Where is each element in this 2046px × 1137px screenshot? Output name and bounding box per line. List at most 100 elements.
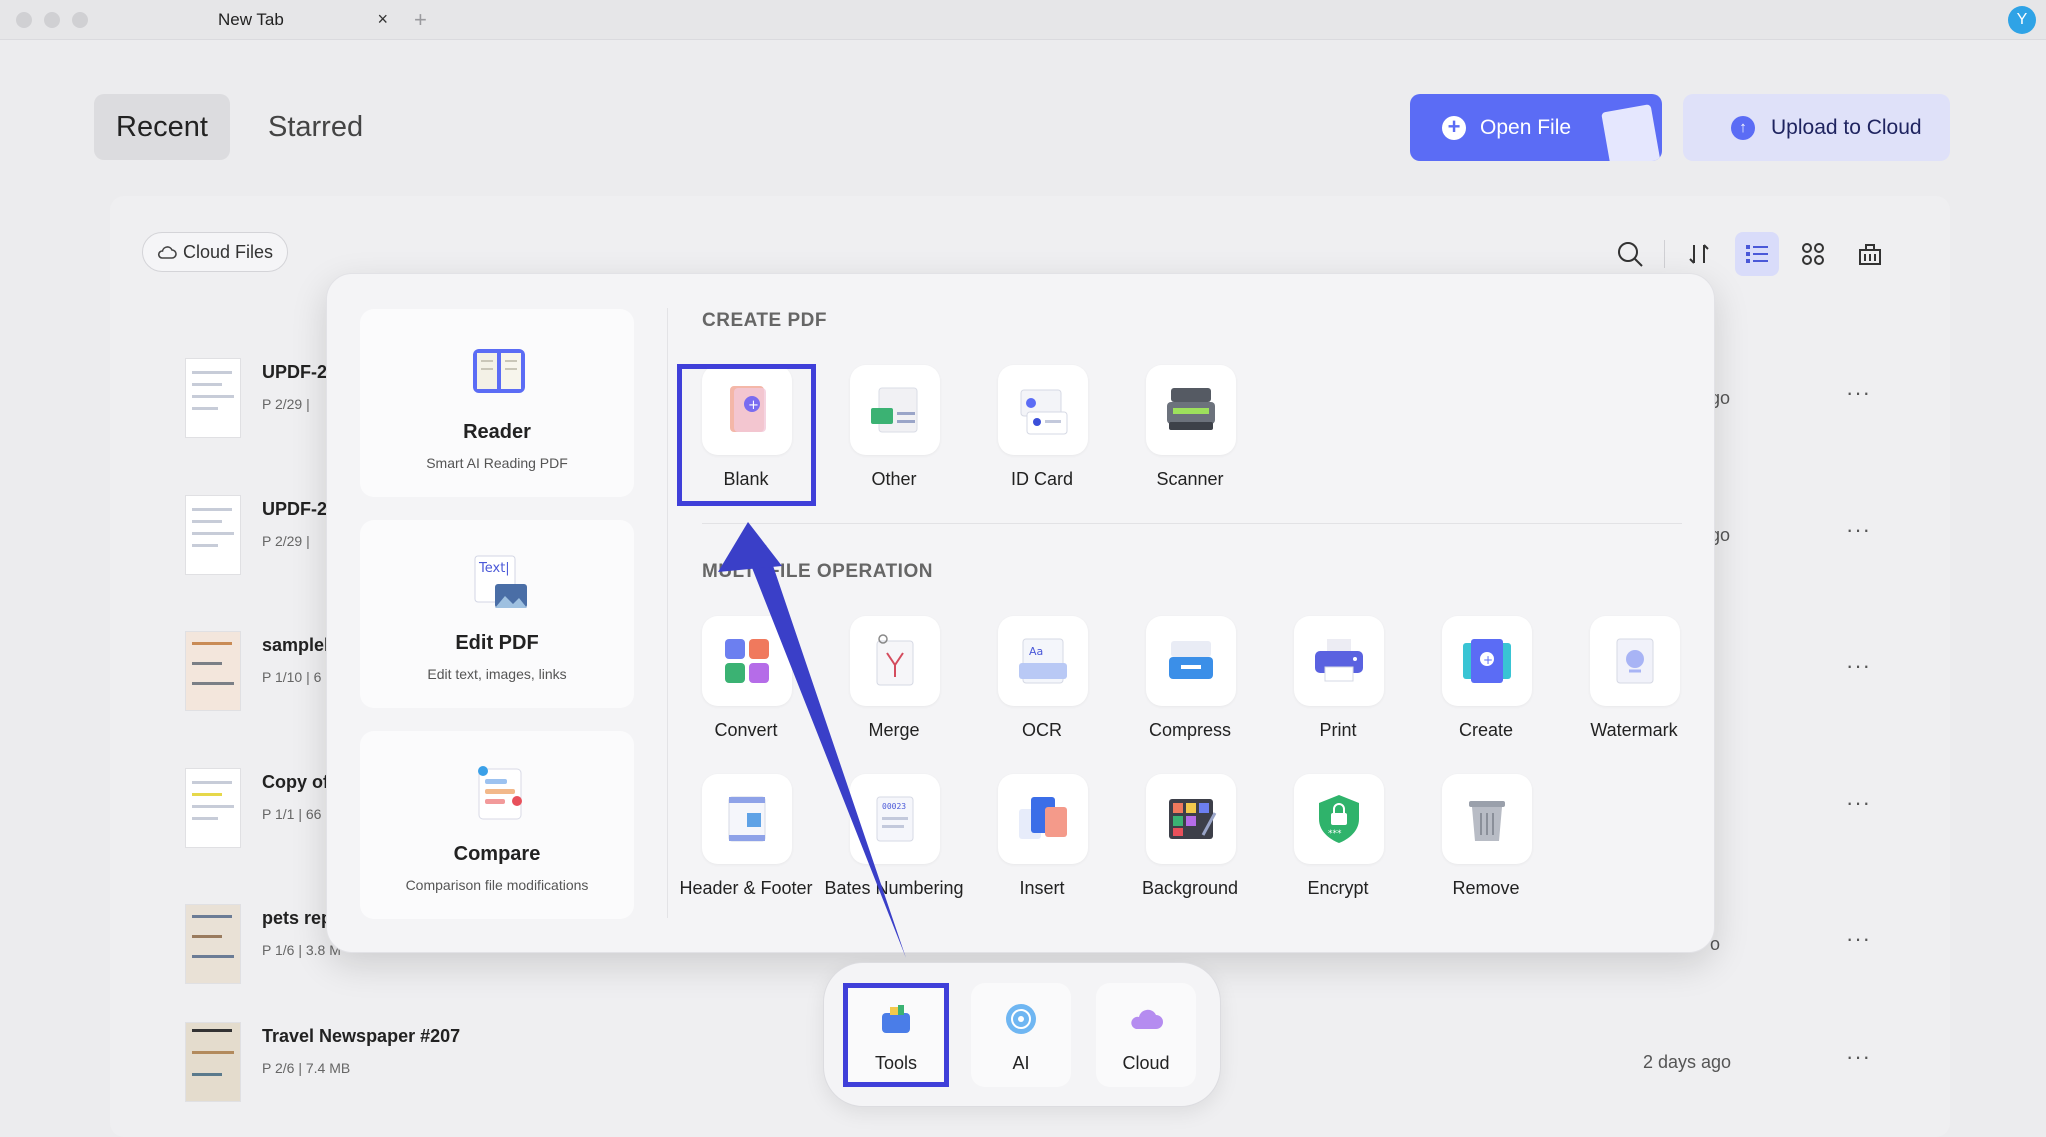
avatar[interactable]: Y (2008, 6, 2036, 34)
cloud-files-filter[interactable]: Cloud Files (142, 232, 289, 272)
reader-card[interactable]: Reader Smart AI Reading PDF (360, 309, 634, 497)
tool-label: Scanner (1156, 469, 1224, 489)
file-name: Copy of (262, 772, 329, 792)
svg-text:+: + (1483, 653, 1493, 667)
encrypt-tool[interactable]: *** Encrypt (1273, 774, 1403, 914)
scanner-icon (1146, 365, 1236, 455)
more-options-icon[interactable]: ··· (1846, 926, 1871, 952)
browser-tab[interactable]: New Tab × (190, 0, 400, 40)
remove-tool[interactable]: Remove (1421, 774, 1551, 914)
dock-label: Cloud (1122, 1053, 1170, 1073)
dock-cloud[interactable]: Cloud (1096, 983, 1196, 1087)
tool-label: ID Card (1010, 469, 1073, 489)
other-tool[interactable]: Other (829, 365, 959, 505)
file-name: UPDF-2 (262, 499, 328, 519)
create-tool[interactable]: + Create (1421, 616, 1551, 756)
color-palette-icon (1146, 774, 1236, 864)
more-options-icon[interactable]: ··· (1846, 653, 1871, 679)
tool-label: Remove (1452, 878, 1520, 898)
compress-icon (1146, 616, 1236, 706)
plus-icon: + (1442, 115, 1466, 140)
tool-label: Merge (868, 720, 920, 740)
print-tool[interactable]: Print (1273, 616, 1403, 756)
window-titlebar: New Tab × + Y (0, 0, 2046, 40)
close-window-button[interactable] (16, 12, 32, 28)
insert-icon (998, 774, 1088, 864)
bates-numbering-tool[interactable]: 00023 Bates Numbering (824, 774, 964, 914)
tool-label: Convert (714, 720, 778, 740)
more-options-icon[interactable]: ··· (1846, 790, 1871, 816)
upload-to-cloud-button[interactable]: ↑ Upload to Cloud (1683, 94, 1950, 161)
file-thumbnail (185, 904, 241, 984)
insert-tool[interactable]: Insert (977, 774, 1107, 914)
scanner-tool[interactable]: Scanner (1125, 365, 1255, 505)
cloud-files-label: Cloud Files (183, 241, 274, 262)
convert-tool[interactable]: Convert (681, 616, 811, 756)
more-options-icon[interactable]: ··· (1846, 1044, 1871, 1070)
compress-tool[interactable]: Compress (1125, 616, 1255, 756)
more-options-icon[interactable]: ··· (1846, 380, 1871, 406)
bates-numbering-icon: 00023 (850, 774, 940, 864)
merge-tool[interactable]: Merge (829, 616, 959, 756)
trash-can-icon (1442, 774, 1532, 864)
zoom-window-button[interactable] (72, 12, 88, 28)
tab-close-icon[interactable]: × (377, 9, 388, 30)
tools-highlight-box (843, 983, 949, 1087)
tool-label: OCR (1022, 720, 1062, 740)
dock-label: AI (1012, 1053, 1030, 1073)
file-meta: P 2/29 | (262, 396, 310, 412)
convert-icon (702, 616, 792, 706)
upload-arrow-icon: ↑ (1731, 115, 1755, 140)
new-tab-button[interactable]: + (414, 7, 427, 33)
upload-label: Upload to Cloud (1771, 115, 1922, 139)
file-meta: P 2/29 | (262, 533, 310, 549)
file-thumbnail (185, 495, 241, 575)
watermark-tool[interactable]: Watermark (1569, 616, 1699, 756)
minimize-window-button[interactable] (44, 12, 60, 28)
id-card-tool[interactable]: ID Card (977, 365, 1107, 505)
tool-label: Print (1319, 720, 1357, 740)
document-decoration-icon (1601, 104, 1661, 161)
toolbar-divider (1664, 240, 1665, 268)
grid-view-icon[interactable] (1793, 234, 1833, 274)
file-meta: P 1/10 | 6 (262, 669, 322, 685)
merge-icon (850, 616, 940, 706)
tool-label: Header & Footer (679, 878, 813, 898)
dock-ai[interactable]: AI (971, 983, 1071, 1087)
tool-label: Create (1458, 720, 1514, 740)
header-footer-icon (702, 774, 792, 864)
tab-starred[interactable]: Starred (246, 94, 385, 160)
tool-label: Bates Numbering (824, 878, 964, 898)
sort-icon[interactable] (1679, 234, 1719, 274)
background-tool[interactable]: Background (1125, 774, 1255, 914)
file-thumbnail (185, 631, 241, 711)
edit-text-icon: Text| (474, 555, 527, 608)
file-meta: P 2/6 | 7.4 MB (262, 1060, 351, 1076)
tab-recent[interactable]: Recent (94, 94, 230, 160)
tool-label: Insert (1019, 878, 1065, 898)
watermark-icon (1590, 616, 1680, 706)
search-icon[interactable] (1610, 234, 1650, 274)
header-footer-tool[interactable]: Header & Footer (679, 774, 813, 914)
file-name: UPDF-2 (262, 362, 328, 382)
edit-pdf-card[interactable]: Text| Edit PDF Edit text, images, links (360, 520, 634, 708)
open-file-button[interactable]: + Open File (1410, 94, 1662, 161)
create-document-icon: + (1442, 616, 1532, 706)
compare-icon (478, 766, 522, 820)
tool-label: Background (1141, 878, 1239, 898)
file-meta: P 1/1 | 66 (262, 806, 322, 822)
section-divider (702, 523, 1682, 524)
compare-card[interactable]: Compare Comparison file modifications (360, 731, 634, 919)
more-options-icon[interactable]: ··· (1846, 517, 1871, 543)
file-thumbnail (185, 768, 241, 848)
ocr-icon: Aa (998, 616, 1088, 706)
tool-label: Watermark (1590, 720, 1678, 740)
tab-title: New Tab (218, 10, 284, 29)
file-date: 2 days ago (1643, 1052, 1732, 1072)
trash-basket-icon[interactable] (1850, 234, 1890, 274)
tool-label: Compress (1148, 720, 1232, 740)
list-view-icon[interactable] (1735, 232, 1779, 276)
ocr-tool[interactable]: Aa OCR (977, 616, 1107, 756)
tool-label: Other (871, 469, 917, 489)
spreadsheet-icon (850, 365, 940, 455)
